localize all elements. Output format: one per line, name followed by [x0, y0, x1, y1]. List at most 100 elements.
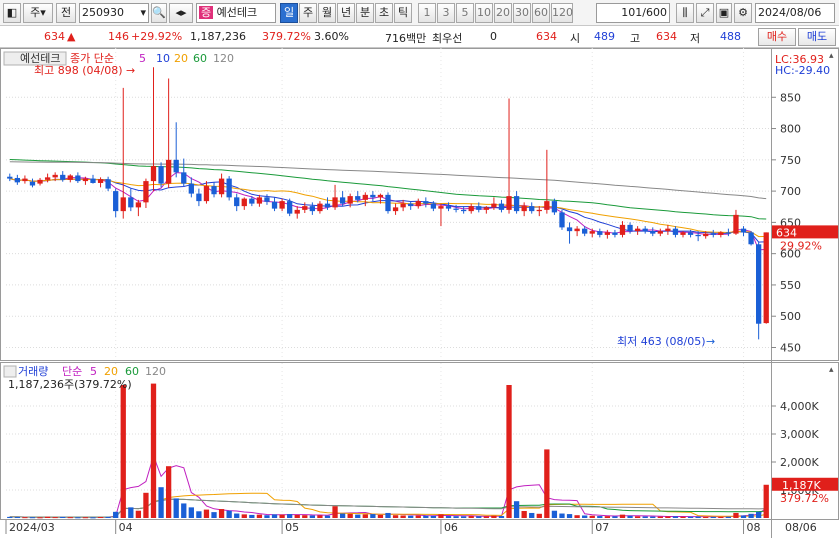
volume-bar	[468, 516, 474, 518]
tab-interval-2[interactable]: 5	[456, 3, 474, 23]
tab-interval-6[interactable]: 60	[532, 3, 550, 23]
volume-bar	[748, 513, 754, 518]
last-volume-label: 1,187K	[782, 479, 821, 492]
volume-bar	[392, 515, 399, 518]
volume-bar	[105, 516, 111, 518]
low-marker-label: 최저 463 (08/05)	[617, 335, 706, 348]
prev-button[interactable]: 전	[56, 3, 76, 23]
price-axis-label: 850	[780, 91, 801, 104]
volume-scroll-up-icon: ▴	[829, 365, 834, 375]
candle-body	[97, 179, 104, 183]
volume-bar	[347, 513, 353, 518]
low-value: 488	[720, 30, 741, 43]
candle-body	[408, 203, 414, 207]
candle-body	[67, 175, 73, 180]
volume-bar	[513, 501, 520, 518]
buy-button[interactable]: 매수	[758, 28, 796, 46]
best-bid-label: 최우선	[432, 32, 463, 45]
volume-bar	[188, 507, 194, 518]
tab-period-6[interactable]: 틱	[394, 3, 412, 23]
candle-body	[324, 203, 331, 208]
volume-bar	[256, 514, 263, 518]
chart-settings-icon[interactable]: ◧	[3, 3, 21, 23]
volume-bar	[165, 466, 172, 518]
tab-interval-1[interactable]: 3	[437, 3, 455, 23]
candle-icon[interactable]: ⫼	[676, 3, 694, 23]
hc-label: HC:-29.40	[775, 64, 830, 77]
candle-body	[218, 178, 225, 195]
stock-code-input[interactable]: 250930 ▾	[79, 3, 149, 23]
volume-bar	[695, 516, 701, 518]
candle-body	[476, 206, 482, 210]
candle-body	[498, 203, 505, 210]
tab-interval-7[interactable]: 120	[551, 3, 573, 23]
date-field[interactable]: 2024/08/06	[755, 3, 835, 23]
stock-name-field[interactable]: 증 예선테크	[196, 3, 276, 23]
candle-body	[672, 228, 679, 235]
period-mode-dropdown[interactable]: 주▾	[23, 3, 53, 23]
volume-bar	[665, 516, 671, 518]
candle-body	[226, 178, 232, 198]
speaker-icon[interactable]: ◂▸	[169, 3, 193, 23]
candle-body	[574, 228, 580, 232]
volume-bar	[362, 514, 368, 518]
candle-body	[271, 201, 278, 209]
volume-bar	[279, 514, 285, 518]
tab-interval-0[interactable]: 1	[418, 3, 436, 23]
price-axis-label: 700	[780, 185, 801, 198]
candle-body	[513, 196, 520, 212]
volume-bar	[264, 515, 270, 518]
volume-bar	[385, 512, 391, 518]
candle-body	[483, 207, 489, 210]
candle-body	[650, 231, 656, 234]
quote-bar: 634 ▲ 146 +29.92% 1,187,236 379.72% 3.60…	[0, 26, 839, 48]
candle-body	[196, 193, 202, 202]
volume-bar	[120, 385, 126, 518]
volume-axis-label: 4,000K	[780, 400, 819, 413]
save-icon[interactable]: ▣	[716, 3, 732, 23]
low-label: 저	[690, 32, 701, 45]
count-field[interactable]: 101/600	[596, 3, 670, 23]
tab-period-5[interactable]: 초	[375, 3, 393, 23]
candle-body	[430, 203, 437, 209]
chart-area[interactable]: ▴▴8508007507006506005505004504,000K3,000…	[0, 48, 839, 540]
volume-bar	[37, 517, 43, 519]
tab-period-4[interactable]: 분	[356, 3, 374, 23]
tab-period-0[interactable]: 일	[280, 3, 298, 23]
volume-bar	[211, 512, 217, 518]
candle-body	[128, 197, 134, 208]
compare-icon[interactable]: ⤢	[696, 3, 714, 23]
sell-button[interactable]: 매도	[798, 28, 836, 46]
ask-value: 634	[536, 30, 557, 43]
candle-body	[82, 178, 89, 182]
volume-bar	[370, 514, 376, 518]
candle-body	[37, 179, 43, 184]
candle-body	[165, 159, 172, 184]
chevron-down-icon[interactable]: ▾	[140, 4, 146, 22]
search-icon[interactable]: 🔍	[151, 3, 167, 23]
vol-ma-legend-60: 60	[125, 365, 139, 378]
volume-axis-label: 3,000K	[780, 428, 819, 441]
volume-bar	[234, 513, 240, 518]
tab-interval-3[interactable]: 10	[475, 3, 493, 23]
candle-body	[453, 208, 459, 210]
amount-value: 716백만	[385, 32, 427, 45]
open-value: 489	[594, 30, 615, 43]
volume-bar	[408, 515, 414, 518]
tab-interval-5[interactable]: 30	[513, 3, 531, 23]
volume-bar	[294, 514, 300, 518]
tab-period-3[interactable]: 년	[337, 3, 355, 23]
volume-bar	[150, 383, 157, 518]
tab-period-1[interactable]: 주	[299, 3, 317, 23]
tab-interval-4[interactable]: 20	[494, 3, 512, 23]
tab-period-2[interactable]: 월	[318, 3, 336, 23]
ma-legend-60: 60	[193, 52, 207, 65]
candle-body	[135, 202, 142, 208]
volume-bar	[97, 517, 104, 519]
volume-bar	[430, 515, 437, 518]
x-axis-label: 08/06	[785, 521, 817, 534]
volume-bar	[317, 515, 323, 518]
volume-bar	[249, 514, 255, 518]
candle-body	[642, 228, 648, 232]
gear-icon[interactable]: ⚙	[734, 3, 752, 23]
